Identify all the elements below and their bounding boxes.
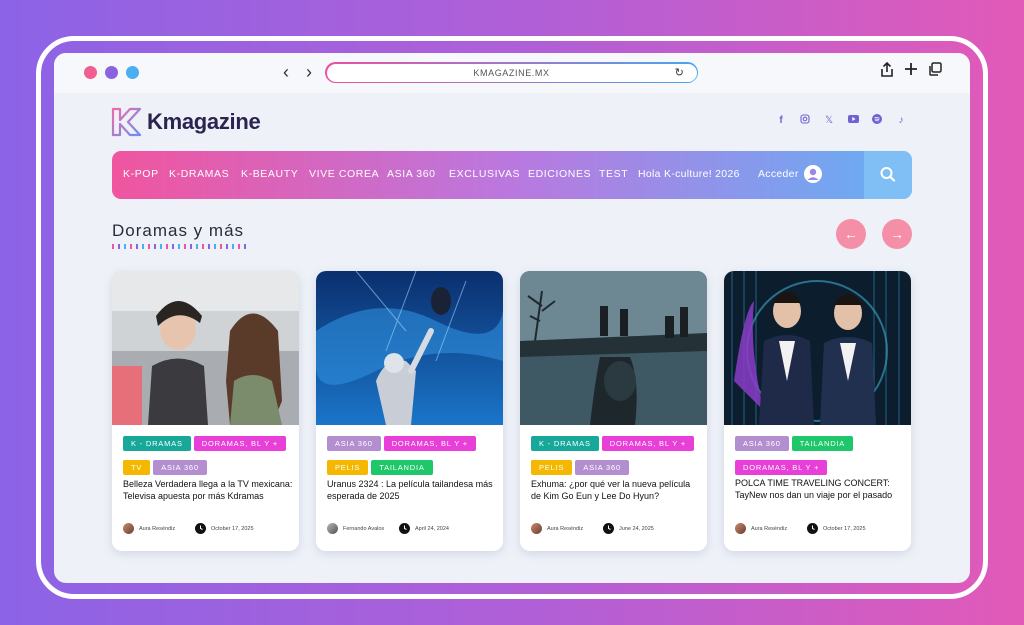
article-meta: Fernando Avalos April 24, 2024 — [327, 523, 497, 535]
youtube-icon[interactable] — [846, 114, 860, 128]
clock-icon — [399, 523, 410, 534]
article-card[interactable]: ASIA 360 TAILANDIA DORAMAS, BL Y + POLCA T… — [724, 271, 911, 551]
article-title[interactable]: Exhuma: ¿por qué ver la nueva película d… — [531, 478, 701, 502]
tag-doramas-bl[interactable]: DORAMAS, BL Y + — [193, 436, 287, 451]
instagram-icon[interactable] — [798, 114, 812, 128]
nav-item-asia-360[interactable]: ASIA 360 — [387, 168, 436, 180]
kmagazine-logo-mark-icon — [111, 107, 142, 137]
spotify-icon[interactable] — [870, 114, 884, 128]
tag-pelis[interactable]: PELIS — [327, 460, 369, 475]
main-navigation: K-POP K-DRAMAS K-BEAUTY VIVE COREA ASIA … — [112, 151, 912, 199]
clock-icon — [603, 523, 614, 534]
tag-list: ASIA 360 TAILANDIA DORAMAS, BL Y + — [735, 433, 905, 481]
author-name[interactable]: Aura Reséndiz — [751, 526, 787, 532]
forward-icon[interactable]: › — [306, 63, 312, 81]
publish-date: April 24, 2024 — [415, 526, 449, 532]
publish-date: October 17, 2025 — [823, 526, 866, 532]
nav-item-ediciones[interactable]: EDICIONES — [528, 168, 591, 180]
article-meta: Aura Reséndiz October 17, 2025 — [735, 523, 905, 535]
tag-asia-360[interactable]: ASIA 360 — [327, 436, 381, 451]
article-card[interactable]: K - DRAMAS DORAMAS, BL Y + TV ASIA 360 Bell… — [112, 271, 299, 551]
article-thumbnail[interactable] — [724, 271, 911, 425]
article-meta: Aura Reséndiz June 24, 2025 — [531, 523, 701, 535]
back-icon[interactable]: ‹ — [283, 63, 289, 81]
user-icon[interactable] — [804, 165, 822, 183]
facebook-icon[interactable]: f — [774, 114, 788, 128]
site-logo[interactable]: Kmagazine — [111, 107, 271, 137]
tag-tailandia[interactable]: TAILANDIA — [791, 436, 854, 451]
share-icon[interactable] — [880, 61, 894, 83]
tag-asia-360[interactable]: ASIA 360 — [153, 460, 207, 475]
search-icon — [880, 167, 896, 182]
clock-icon — [807, 523, 818, 534]
nav-item-kpop[interactable]: K-POP — [123, 168, 159, 180]
nav-item-vive-corea[interactable]: VIVE COREA — [309, 168, 379, 180]
article-card[interactable]: K - DRAMAS DORAMAS, BL Y + PELIS ASIA 360 E… — [520, 271, 707, 551]
tag-doramas-bl[interactable]: DORAMAS, BL Y + — [383, 436, 476, 451]
tag-k-dramas[interactable]: K - DRAMAS — [531, 436, 599, 451]
publish-date: June 24, 2025 — [619, 526, 654, 532]
logo-text: Kmagazine — [147, 109, 261, 134]
browser-window: ‹ › KMAGAZINE.MX ↻ Kmagazine f � — [54, 53, 970, 583]
tag-doramas-bl[interactable]: DORAMAS, BL Y + — [735, 460, 828, 475]
article-meta: Aura Reséndiz October 17, 2025 — [123, 523, 293, 535]
author-name[interactable]: Aura Reséndiz — [547, 526, 583, 532]
nav-item-kdramas[interactable]: K-DRAMAS — [169, 168, 229, 180]
tag-list: K - DRAMAS DORAMAS, BL Y + TV ASIA 360 — [123, 433, 293, 481]
author-avatar — [123, 523, 134, 534]
article-card[interactable]: ASIA 360 DORAMAS, BL Y + PELIS TAILANDIA Ur… — [316, 271, 503, 551]
clock-icon — [195, 523, 206, 534]
article-title[interactable]: Uranus 2324 : La película tailandesa más… — [327, 478, 497, 502]
author-name[interactable]: Aura Reséndiz — [139, 526, 175, 532]
reload-icon[interactable]: ↻ — [675, 64, 685, 82]
author-avatar — [327, 523, 338, 534]
nav-item-hola-k-culture[interactable]: Hola K-culture! 2026 — [638, 168, 740, 180]
article-thumbnail[interactable] — [316, 271, 503, 425]
nav-item-test[interactable]: TEST — [599, 168, 628, 180]
tag-list: ASIA 360 DORAMAS, BL Y + PELIS TAILANDIA — [327, 433, 497, 481]
address-bar[interactable]: KMAGAZINE.MX ↻ — [325, 62, 698, 83]
x-icon[interactable]: 𝕏 — [822, 114, 836, 128]
new-tab-icon[interactable] — [904, 62, 918, 81]
browser-toolbar: ‹ › KMAGAZINE.MX ↻ — [54, 53, 970, 93]
article-thumbnail[interactable] — [112, 271, 299, 425]
publish-date: October 17, 2025 — [211, 526, 254, 532]
maximize-window-dot[interactable] — [126, 66, 139, 79]
tag-asia-360[interactable]: ASIA 360 — [735, 436, 789, 451]
article-title[interactable]: POLCA TIME TRAVELING CONCERT: TayNew nos… — [735, 477, 905, 501]
tag-k-dramas[interactable]: K - DRAMAS — [123, 436, 191, 451]
tiktok-icon[interactable]: ♪ — [894, 114, 908, 128]
carousel-prev-button[interactable]: ← — [836, 219, 866, 249]
tabs-overview-icon[interactable] — [928, 62, 942, 81]
tag-tv[interactable]: TV — [123, 460, 151, 475]
carousel-next-button[interactable]: → — [882, 219, 912, 249]
tag-tailandia[interactable]: TAILANDIA — [371, 460, 433, 475]
login-link[interactable]: Acceder — [758, 168, 799, 180]
article-thumbnail[interactable] — [520, 271, 707, 425]
close-window-dot[interactable] — [84, 66, 97, 79]
tag-doramas-bl[interactable]: DORAMAS, BL Y + — [601, 436, 695, 451]
minimize-window-dot[interactable] — [105, 66, 118, 79]
tag-list: K - DRAMAS DORAMAS, BL Y + PELIS ASIA 360 — [531, 433, 701, 481]
section-title: Doramas y más — [112, 221, 245, 240]
nav-item-kbeauty[interactable]: K-BEAUTY — [241, 168, 298, 180]
author-avatar — [735, 523, 746, 534]
title-underline-decoration — [112, 244, 246, 249]
nav-item-exclusivas[interactable]: EXCLUSIVAS — [449, 168, 520, 180]
author-name[interactable]: Fernando Avalos — [343, 526, 384, 532]
address-bar-url: KMAGAZINE.MX — [473, 67, 550, 78]
tag-asia-360[interactable]: ASIA 360 — [575, 460, 629, 475]
article-title[interactable]: Belleza Verdadera llega a la TV mexicana… — [123, 478, 293, 502]
search-button[interactable] — [864, 151, 912, 199]
author-avatar — [531, 523, 542, 534]
tag-pelis[interactable]: PELIS — [531, 460, 573, 475]
